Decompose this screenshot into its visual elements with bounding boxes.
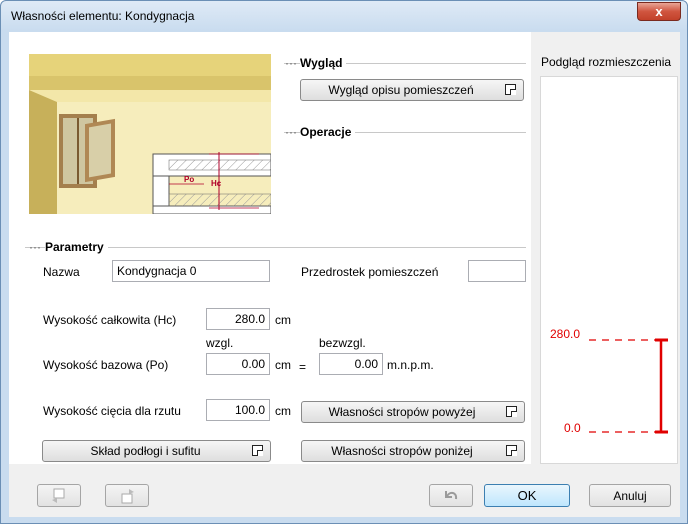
cut-height-label: Wysokość cięcia dla rzutu: [43, 404, 181, 418]
cancel-button[interactable]: Anuluj: [589, 484, 671, 507]
base-height-absolute-unit: m.n.p.m.: [387, 358, 434, 372]
cut-height-unit: cm: [275, 404, 291, 418]
open-dialog-icon: [252, 445, 263, 456]
next-icon: [121, 488, 134, 503]
next-button[interactable]: [105, 484, 149, 507]
cancel-label: Anuluj: [613, 488, 647, 503]
window-title: Własności elementu: Kondygnacja: [11, 9, 195, 23]
room-description-appearance-button[interactable]: Wygląd opisu pomieszczeń: [300, 79, 524, 101]
floor-ceiling-composition-button[interactable]: Skład podłogi i sufitu: [42, 440, 271, 462]
base-height-absolute-input[interactable]: 0.00: [319, 353, 383, 375]
ceilings-above-label: Własności stropów powyżej: [328, 405, 476, 419]
operations-section-title: Operacje: [300, 125, 356, 139]
name-label: Nazwa: [43, 265, 80, 279]
base-height-relative-input[interactable]: 0.00: [206, 353, 270, 375]
total-height-label: Wysokość całkowita (Hc): [43, 313, 177, 327]
previous-button[interactable]: [37, 484, 81, 507]
relative-caption: wzgl.: [206, 336, 234, 350]
base-height-label: Wysokość bazowa (Po): [43, 358, 169, 372]
dialog-window: Własności elementu: Kondygnacja x Hc Po …: [0, 0, 688, 524]
preview-bottom-value: 0.0: [564, 421, 581, 435]
room-prefix-label: Przedrostek pomieszczeń: [301, 265, 439, 279]
preview-level-marker: [589, 338, 668, 434]
ceilings-below-label: Własności stropów poniżej: [331, 444, 473, 458]
previous-icon: [52, 488, 65, 503]
hc-label: Hc: [211, 179, 222, 188]
ok-label: OK: [517, 488, 537, 503]
po-label: Po: [184, 175, 194, 184]
appearance-dots: ···: [285, 56, 297, 70]
preview-top-value: 280.0: [550, 327, 581, 341]
undo-button[interactable]: [429, 484, 473, 507]
total-height-input[interactable]: 280.0: [206, 308, 270, 330]
equals-sign: =: [299, 360, 307, 374]
parameters-section-title: Parametry: [45, 240, 108, 254]
ceilings-below-button[interactable]: Własności stropów poniżej: [301, 440, 525, 462]
room-description-appearance-label: Wygląd opisu pomieszczeń: [328, 83, 474, 97]
appearance-section-title: Wygląd: [300, 56, 347, 70]
ceilings-above-button[interactable]: Własności stropów powyżej: [301, 401, 525, 423]
ok-button[interactable]: OK: [484, 484, 570, 507]
close-button[interactable]: x: [637, 2, 681, 21]
parameters-dots: ···: [29, 240, 41, 254]
cut-height-input[interactable]: 100.0: [206, 399, 270, 421]
open-dialog-icon: [506, 445, 517, 456]
dialog-body: Hc Po ··· Wygląd Wygląd opisu pomieszcze…: [9, 32, 680, 517]
title-bar[interactable]: Własności elementu: Kondygnacja x: [1, 1, 687, 31]
floor-illustration: Hc Po: [29, 54, 271, 214]
preview-title: Podgląd rozmieszczenia: [541, 55, 672, 69]
room-prefix-input[interactable]: [468, 260, 526, 282]
open-dialog-icon: [506, 406, 517, 417]
floor-ceiling-composition-label: Skład podłogi i sufitu: [90, 444, 201, 458]
open-dialog-icon: [505, 84, 516, 95]
undo-icon: [445, 490, 458, 499]
absolute-caption: bezwzgl.: [319, 336, 366, 350]
total-height-unit: cm: [275, 313, 291, 327]
name-input[interactable]: Kondygnacja 0: [112, 260, 270, 282]
base-height-relative-unit: cm: [275, 358, 291, 372]
operations-dots: ···: [285, 125, 297, 139]
